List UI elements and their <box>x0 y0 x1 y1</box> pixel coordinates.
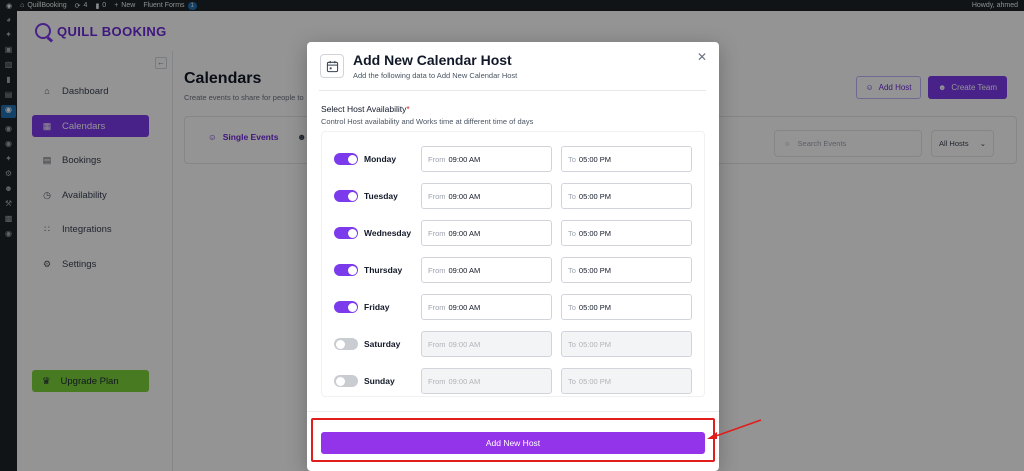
tuesday-to-input[interactable]: To 05:00 PM <box>561 183 692 209</box>
required-marker: * <box>406 104 410 114</box>
thursday-from-input[interactable]: From 09:00 AM <box>421 257 552 283</box>
thursday-toggle[interactable] <box>334 264 358 276</box>
day-row-thursday: Thursday From 09:00 AM To 05:00 PM <box>334 257 694 283</box>
wednesday-from-input[interactable]: From 09:00 AM <box>421 220 552 246</box>
day-row-friday: Friday From 09:00 AM To 05:00 PM <box>334 294 694 320</box>
day-name: Thursday <box>364 265 403 275</box>
availability-rows: Monday From 09:00 AM To 05:00 PM Tuesday F… <box>321 131 705 397</box>
friday-from-input[interactable]: From 09:00 AM <box>421 294 552 320</box>
tuesday-from-input[interactable]: From 09:00 AM <box>421 183 552 209</box>
monday-toggle[interactable] <box>334 153 358 165</box>
tuesday-toggle[interactable] <box>334 190 358 202</box>
footer-divider <box>307 411 719 412</box>
close-icon[interactable]: ✕ <box>697 50 707 64</box>
day-name: Sunday <box>364 376 395 386</box>
sunday-toggle[interactable] <box>334 375 358 387</box>
add-new-host-button[interactable]: Add New Host <box>321 432 705 454</box>
saturday-toggle[interactable] <box>334 338 358 350</box>
day-name: Monday <box>364 154 397 164</box>
annotation-arrow-icon <box>707 419 762 439</box>
add-calendar-host-modal: Add New Calendar Host Add the following … <box>307 42 719 471</box>
divider <box>319 90 706 91</box>
modal-subtitle: Add the following data to Add New Calend… <box>353 71 518 80</box>
wednesday-toggle[interactable] <box>334 227 358 239</box>
day-row-monday: Monday From 09:00 AM To 05:00 PM <box>334 146 694 172</box>
sunday-from-input[interactable]: From 09:00 AM <box>421 368 552 394</box>
day-name: Friday <box>364 302 390 312</box>
thursday-to-input[interactable]: To 05:00 PM <box>561 257 692 283</box>
availability-description: Control Host availability and Works time… <box>321 117 534 126</box>
modal-title: Add New Calendar Host <box>353 52 512 68</box>
day-name: Saturday <box>364 339 401 349</box>
friday-to-input[interactable]: To 05:00 PM <box>561 294 692 320</box>
day-row-wednesday: Wednesday From 09:00 AM To 05:00 PM <box>334 220 694 246</box>
saturday-to-input[interactable]: To 05:00 PM <box>561 331 692 357</box>
monday-to-input[interactable]: To 05:00 PM <box>561 146 692 172</box>
saturday-from-input[interactable]: From 09:00 AM <box>421 331 552 357</box>
day-row-saturday: Saturday From 09:00 AM To 05:00 PM <box>334 331 694 357</box>
monday-from-input[interactable]: From 09:00 AM <box>421 146 552 172</box>
day-row-sunday: Sunday From 09:00 AM To 05:00 PM <box>334 368 694 394</box>
availability-label: Select Host Availability* <box>321 104 410 114</box>
day-row-tuesday: Tuesday From 09:00 AM To 05:00 PM <box>334 183 694 209</box>
friday-toggle[interactable] <box>334 301 358 313</box>
day-name: Wednesday <box>364 228 412 238</box>
calendar-icon <box>320 54 344 78</box>
sunday-to-input[interactable]: To 05:00 PM <box>561 368 692 394</box>
wednesday-to-input[interactable]: To 05:00 PM <box>561 220 692 246</box>
day-name: Tuesday <box>364 191 398 201</box>
